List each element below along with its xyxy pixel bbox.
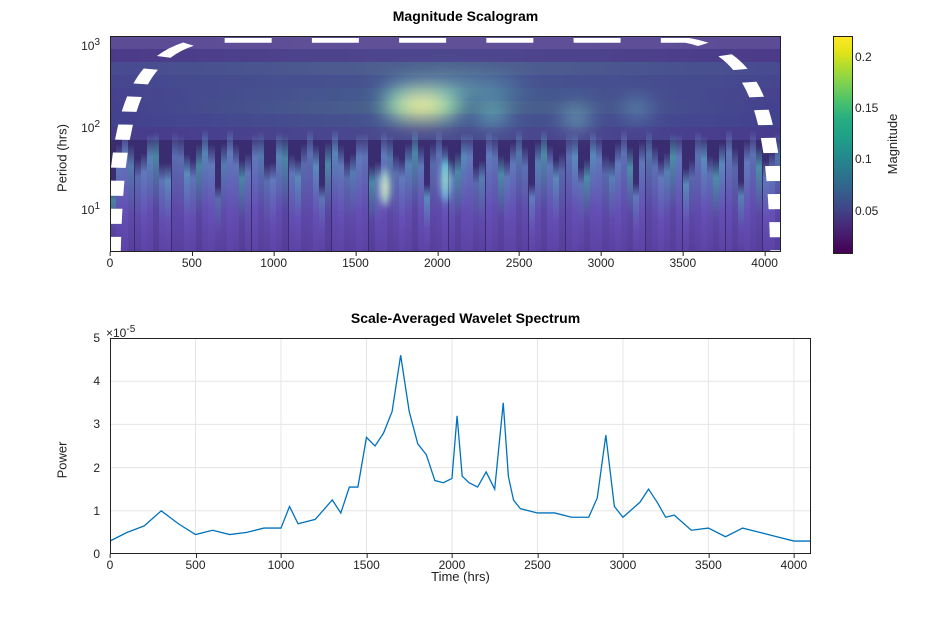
cone-of-influence [110, 36, 781, 252]
y-tick: 5 [93, 331, 100, 345]
y-tick: 101 [81, 201, 100, 217]
scalogram-title: Magnitude Scalogram [40, 8, 891, 24]
scalogram-panel: Magnitude Scalogram Period (hrs) [40, 28, 891, 288]
spectrum-title: Scale-Averaged Wavelet Spectrum [40, 310, 891, 326]
scalogram-ylabel: Period (hrs) [55, 124, 70, 192]
x-tick: 4000 [751, 256, 778, 270]
x-tick: 2500 [506, 256, 533, 270]
spectrum-ylabel: Power [55, 442, 70, 479]
x-tick: 3500 [695, 558, 722, 572]
colorbar-tick: 0.05 [855, 204, 878, 218]
x-tick: 500 [185, 558, 205, 572]
colorbar-label: Magnitude [886, 114, 901, 175]
x-tick: 0 [107, 558, 114, 572]
colorbar-tick: 0.15 [855, 101, 878, 115]
colorbar-tick: 0.2 [855, 50, 872, 64]
x-tick: 2000 [424, 256, 451, 270]
y-tick: 3 [93, 417, 100, 431]
x-tick: 1500 [353, 558, 380, 572]
x-tick: 3000 [610, 558, 637, 572]
x-tick: 500 [182, 256, 202, 270]
colorbar-tick: 0.1 [855, 152, 872, 166]
spectrum-panel: Scale-Averaged Wavelet Spectrum Power ×1… [40, 330, 891, 590]
x-tick: 0 [107, 256, 114, 270]
x-tick: 1000 [260, 256, 287, 270]
x-tick: 4000 [781, 558, 808, 572]
x-tick: 3000 [588, 256, 615, 270]
x-tick: 2500 [524, 558, 551, 572]
x-tick: 1000 [268, 558, 295, 572]
colorbar: Magnitude 0.050.10.150.2 [833, 36, 851, 252]
x-tick: 3500 [669, 256, 696, 270]
scalogram-plot-area: 0500100015002000250030003500400010110210… [110, 36, 781, 252]
y-tick: 2 [93, 461, 100, 475]
y-tick: 0 [93, 547, 100, 561]
y-tick: 102 [81, 119, 100, 135]
x-tick: 2000 [439, 558, 466, 572]
spectrum-plot-area: ×10-5 Time (hrs) 05001000150020002500300… [110, 338, 811, 554]
y-tick: 1 [93, 504, 100, 518]
x-tick: 1500 [342, 256, 369, 270]
y-tick: 4 [93, 374, 100, 388]
y-tick: 103 [81, 37, 100, 53]
